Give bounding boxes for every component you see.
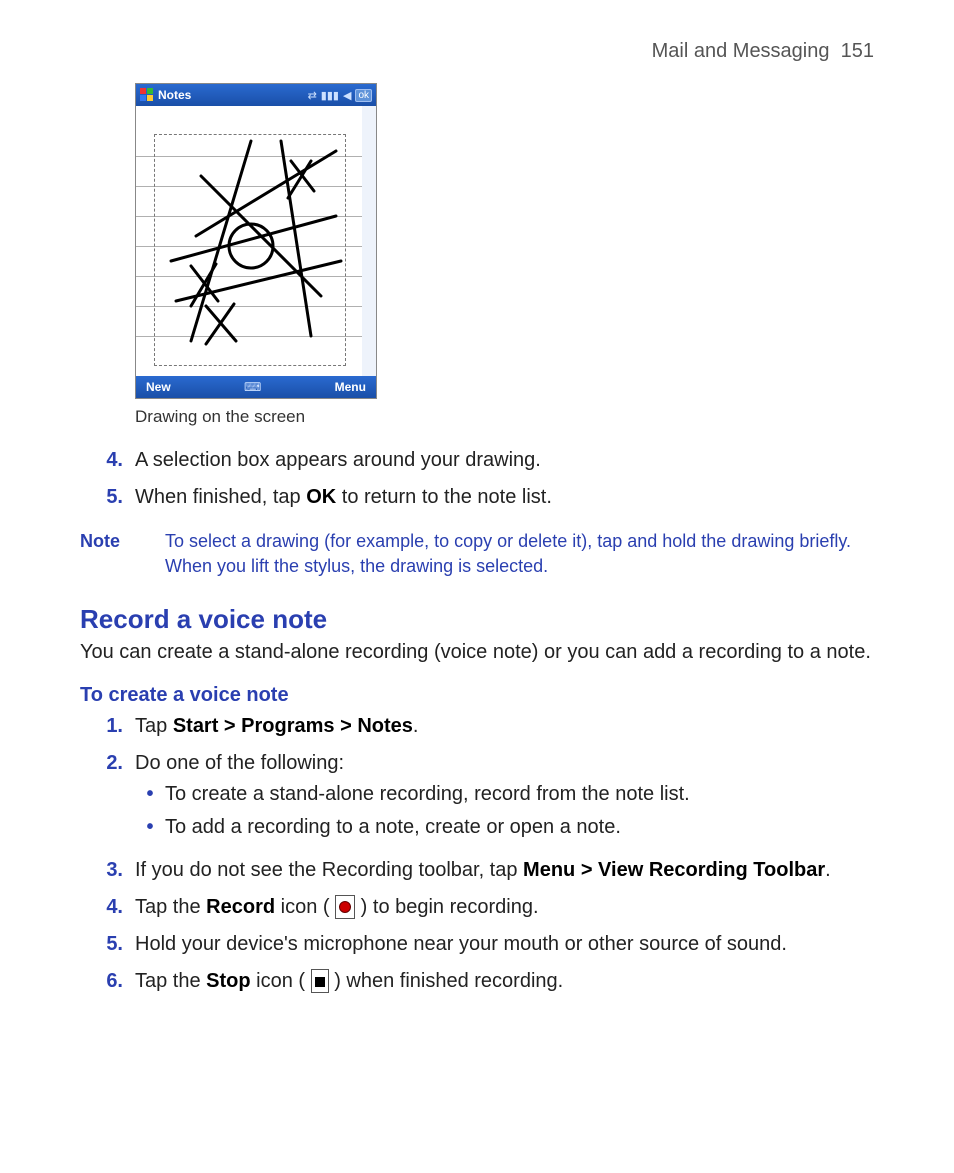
ok-button[interactable]: ok [355, 89, 372, 102]
windows-logo-icon [140, 88, 154, 102]
step-number: 5. [80, 484, 135, 511]
step-number: 4. [80, 447, 135, 474]
figure-caption: Drawing on the screen [135, 407, 874, 427]
section-intro: You can create a stand-alone recording (… [80, 639, 874, 666]
notes-canvas[interactable]: ▴ ▾ [136, 106, 376, 376]
speaker-icon: ◀ [343, 89, 351, 102]
chapter-title: Mail and Messaging [652, 40, 830, 62]
step-b2: 2. Do one of the following: •To create a… [80, 750, 874, 847]
step-b1: 1. Tap Start > Programs > Notes. [80, 713, 874, 740]
step-number: 2. [80, 750, 135, 847]
step-text: Hold your device's microphone near your … [135, 931, 874, 958]
step-number: 4. [80, 894, 135, 921]
subheading: To create a voice note [80, 684, 874, 707]
step-text: If you do not see the Recording toolbar,… [135, 857, 874, 884]
bullet-item: •To add a recording to a note, create or… [135, 814, 874, 841]
steps-list-a: 4. A selection box appears around your d… [80, 447, 874, 511]
app-title: Notes [158, 88, 191, 102]
step-text: Tap the Stop icon ( ) when finished reco… [135, 968, 874, 995]
page-header: Mail and Messaging 151 [80, 40, 874, 63]
step-4: 4. A selection box appears around your d… [80, 447, 874, 474]
note-body: To select a drawing (for example, to cop… [165, 529, 874, 579]
keyboard-icon[interactable]: ⌨ [244, 380, 261, 394]
new-button[interactable]: New [146, 380, 171, 394]
figure-device-screenshot: Notes ⇄ ▮▮▮ ◀ ok ▴ ▾ [135, 83, 874, 399]
menu-button[interactable]: Menu [335, 380, 366, 394]
record-icon [335, 895, 355, 919]
step-number: 5. [80, 931, 135, 958]
steps-list-b: 1. Tap Start > Programs > Notes. 2. Do o… [80, 713, 874, 995]
step-b3: 3. If you do not see the Recording toolb… [80, 857, 874, 884]
note-callout: Note To select a drawing (for example, t… [80, 529, 874, 579]
step-text: Do one of the following: •To create a st… [135, 750, 874, 847]
bullet-item: •To create a stand-alone recording, reco… [135, 781, 874, 808]
section-heading: Record a voice note [80, 604, 874, 635]
drawing-ink [136, 106, 362, 376]
step-text: Tap Start > Programs > Notes. [135, 713, 874, 740]
step-number: 3. [80, 857, 135, 884]
signal-icon: ▮▮▮ [321, 89, 339, 102]
stop-icon [311, 969, 329, 993]
device-titlebar: Notes ⇄ ▮▮▮ ◀ ok [136, 84, 376, 106]
bullet-icon: • [135, 814, 165, 841]
step-5: 5. When finished, tap OK to return to th… [80, 484, 874, 511]
bullet-list: •To create a stand-alone recording, reco… [135, 781, 874, 841]
scroll-up-button[interactable]: ▴ [363, 106, 375, 118]
device-frame: Notes ⇄ ▮▮▮ ◀ ok ▴ ▾ [135, 83, 377, 399]
bullet-icon: • [135, 781, 165, 808]
step-text: A selection box appears around your draw… [135, 447, 874, 474]
connectivity-icon: ⇄ [308, 89, 317, 102]
scroll-thumb[interactable] [362, 166, 374, 198]
step-b6: 6. Tap the Stop icon ( ) when finished r… [80, 968, 874, 995]
device-bottombar: New ⌨ Menu [136, 376, 376, 398]
step-text: When finished, tap OK to return to the n… [135, 484, 874, 511]
note-label: Note [80, 529, 165, 579]
scroll-down-button[interactable]: ▾ [363, 364, 375, 376]
page-number: 151 [841, 40, 874, 62]
step-text: Tap the Record icon ( ) to begin recordi… [135, 894, 874, 921]
step-b4: 4. Tap the Record icon ( ) to begin reco… [80, 894, 874, 921]
step-number: 1. [80, 713, 135, 740]
step-number: 6. [80, 968, 135, 995]
step-b5: 5. Hold your device's microphone near yo… [80, 931, 874, 958]
